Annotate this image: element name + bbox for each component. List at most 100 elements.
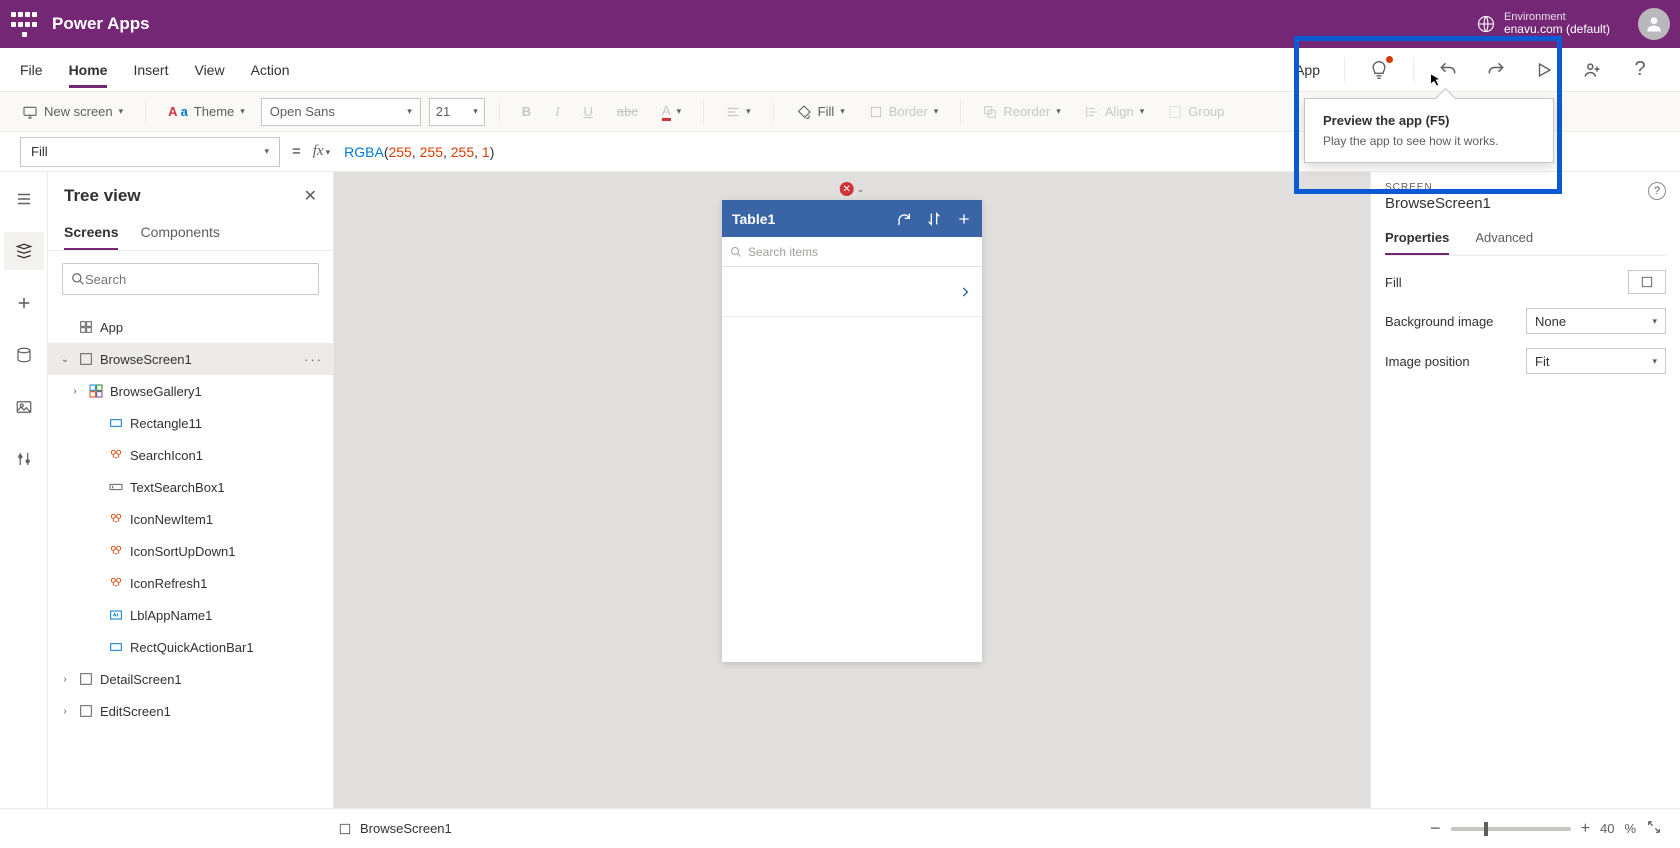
tree-view-panel: Tree view ✕ Screens Components App ⌄Brow… bbox=[48, 172, 334, 808]
more-icon[interactable]: ··· bbox=[304, 352, 323, 367]
menu-insert[interactable]: Insert bbox=[133, 52, 168, 88]
environment-selector[interactable]: Environment enavu.com (default) bbox=[1504, 11, 1610, 36]
environment-icon bbox=[1476, 14, 1496, 34]
font-family-select[interactable]: Open Sans▾ bbox=[261, 98, 421, 126]
equals-label: = bbox=[292, 143, 301, 160]
rail-insert[interactable] bbox=[4, 284, 44, 322]
align-objects-button: Align▾ bbox=[1077, 100, 1152, 123]
prop-fill-label: Fill bbox=[1385, 275, 1402, 290]
error-indicator[interactable]: ✕ ⌄ bbox=[840, 182, 865, 196]
rail-data[interactable] bbox=[4, 336, 44, 374]
tooltip-body: Play the app to see how it works. bbox=[1323, 134, 1535, 148]
prop-pos-label: Image position bbox=[1385, 354, 1470, 369]
app-launcher-icon[interactable] bbox=[10, 10, 38, 38]
tree-item-editscreen[interactable]: ›EditScreen1 bbox=[48, 695, 333, 727]
menu-view[interactable]: View bbox=[194, 52, 224, 88]
app-menu[interactable]: App bbox=[1295, 62, 1320, 78]
fit-to-window-button[interactable] bbox=[1646, 819, 1662, 838]
search-icon bbox=[71, 272, 85, 286]
rail-tree-view[interactable] bbox=[4, 232, 44, 270]
status-screen-name[interactable]: BrowseScreen1 bbox=[360, 821, 452, 836]
tree-item-browsegallery[interactable]: ›BrowseGallery1 bbox=[48, 375, 333, 407]
tree-item-searchicon[interactable]: SearchIcon1 bbox=[48, 439, 333, 471]
underline-button: U bbox=[576, 100, 601, 123]
tab-properties[interactable]: Properties bbox=[1385, 222, 1449, 255]
zoom-slider[interactable] bbox=[1451, 827, 1571, 831]
italic-button: I bbox=[547, 100, 567, 124]
zoom-value: 40 bbox=[1600, 821, 1614, 836]
user-avatar[interactable] bbox=[1638, 8, 1670, 40]
fx-icon[interactable]: fx▾ bbox=[313, 143, 330, 160]
help-button[interactable]: ? bbox=[1620, 50, 1660, 90]
menu-home[interactable]: Home bbox=[69, 52, 108, 88]
tree-item-lblappname[interactable]: LblAppName1 bbox=[48, 599, 333, 631]
app-checker-button[interactable] bbox=[1359, 50, 1399, 90]
play-button[interactable] bbox=[1524, 50, 1564, 90]
menu-action[interactable]: Action bbox=[251, 52, 290, 88]
rail-hamburger[interactable] bbox=[4, 180, 44, 218]
preview-tooltip: Preview the app (F5) Play the app to see… bbox=[1304, 98, 1554, 163]
canvas-area[interactable]: ✕ ⌄ Table1 Search items bbox=[334, 172, 1370, 808]
border-button: Border▾ bbox=[861, 100, 947, 123]
sort-icon[interactable] bbox=[926, 211, 942, 227]
chevron-right-icon bbox=[958, 285, 972, 299]
phone-preview[interactable]: Table1 Search items bbox=[722, 200, 982, 662]
gallery-row[interactable] bbox=[722, 267, 982, 317]
property-selector[interactable]: Fill▾ bbox=[20, 137, 280, 167]
fill-color-swatch[interactable] bbox=[1628, 270, 1666, 294]
tree-view-title: Tree view bbox=[64, 186, 141, 206]
phone-title: Table1 bbox=[732, 211, 882, 227]
tree-item-textsearchbox[interactable]: TextSearchBox1 bbox=[48, 471, 333, 503]
refresh-icon[interactable] bbox=[896, 211, 912, 227]
tree-item-iconsortupdown[interactable]: IconSortUpDown1 bbox=[48, 535, 333, 567]
tree-item-rectquickactionbar[interactable]: RectQuickActionBar1 bbox=[48, 631, 333, 663]
error-icon: ✕ bbox=[840, 182, 854, 196]
tab-advanced[interactable]: Advanced bbox=[1475, 222, 1533, 255]
tree-item-app[interactable]: App bbox=[48, 311, 333, 343]
font-color-button: A▾ bbox=[654, 99, 689, 125]
tree-item-iconrefresh[interactable]: IconRefresh1 bbox=[48, 567, 333, 599]
share-button[interactable] bbox=[1572, 50, 1612, 90]
rail-media[interactable] bbox=[4, 388, 44, 426]
search-icon bbox=[730, 246, 742, 258]
new-screen-button[interactable]: New screen▾ bbox=[14, 100, 131, 124]
prop-bg-label: Background image bbox=[1385, 314, 1493, 329]
reorder-button: Reorder▾ bbox=[975, 100, 1069, 123]
menu-file[interactable]: File bbox=[20, 52, 43, 88]
theme-button[interactable]: Aa Theme▾ bbox=[160, 100, 253, 123]
phone-header: Table1 bbox=[722, 200, 982, 237]
close-tree-button[interactable]: ✕ bbox=[304, 186, 317, 206]
props-help-icon[interactable]: ? bbox=[1648, 182, 1666, 200]
image-position-select[interactable]: Fit▾ bbox=[1526, 348, 1666, 374]
tree-search-box[interactable] bbox=[62, 263, 319, 295]
tree-item-rectangle[interactable]: Rectangle11 bbox=[48, 407, 333, 439]
tree-search-input[interactable] bbox=[85, 272, 310, 287]
bold-button: B bbox=[514, 100, 539, 123]
tree-item-browsescreen[interactable]: ⌄BrowseScreen1··· bbox=[48, 343, 333, 375]
tree-item-detailscreen[interactable]: ›DetailScreen1 bbox=[48, 663, 333, 695]
tab-screens[interactable]: Screens bbox=[64, 216, 118, 250]
group-button: Group bbox=[1160, 100, 1232, 123]
props-section-label: SCREEN bbox=[1385, 182, 1491, 193]
font-size-select[interactable]: 21▾ bbox=[429, 98, 485, 126]
environment-label: Environment bbox=[1504, 11, 1610, 23]
redo-button[interactable] bbox=[1476, 50, 1516, 90]
app-header: Power Apps Environment enavu.com (defaul… bbox=[0, 0, 1680, 48]
rail-advanced-tools[interactable] bbox=[4, 440, 44, 478]
status-bar: BrowseScreen1 − + 40 % bbox=[0, 808, 1680, 848]
tab-components[interactable]: Components bbox=[140, 216, 219, 250]
zoom-in-button[interactable]: + bbox=[1581, 820, 1590, 838]
tree-item-iconnewitem[interactable]: IconNewItem1 bbox=[48, 503, 333, 535]
phone-search-box[interactable]: Search items bbox=[722, 237, 982, 267]
add-icon[interactable] bbox=[956, 211, 972, 227]
phone-search-placeholder: Search items bbox=[748, 245, 818, 259]
tooltip-title: Preview the app (F5) bbox=[1323, 113, 1535, 128]
main-area: Tree view ✕ Screens Components App ⌄Brow… bbox=[0, 172, 1680, 808]
strikethrough-button: abc bbox=[609, 100, 646, 123]
fill-button[interactable]: Fill▾ bbox=[788, 100, 853, 124]
bg-image-select[interactable]: None▾ bbox=[1526, 308, 1666, 334]
screen-icon bbox=[338, 822, 352, 836]
properties-panel: SCREEN BrowseScreen1 ? Properties Advanc… bbox=[1370, 172, 1680, 808]
tree-list: App ⌄BrowseScreen1··· ›BrowseGallery1 Re… bbox=[48, 307, 333, 808]
zoom-out-button[interactable]: − bbox=[1430, 818, 1441, 839]
